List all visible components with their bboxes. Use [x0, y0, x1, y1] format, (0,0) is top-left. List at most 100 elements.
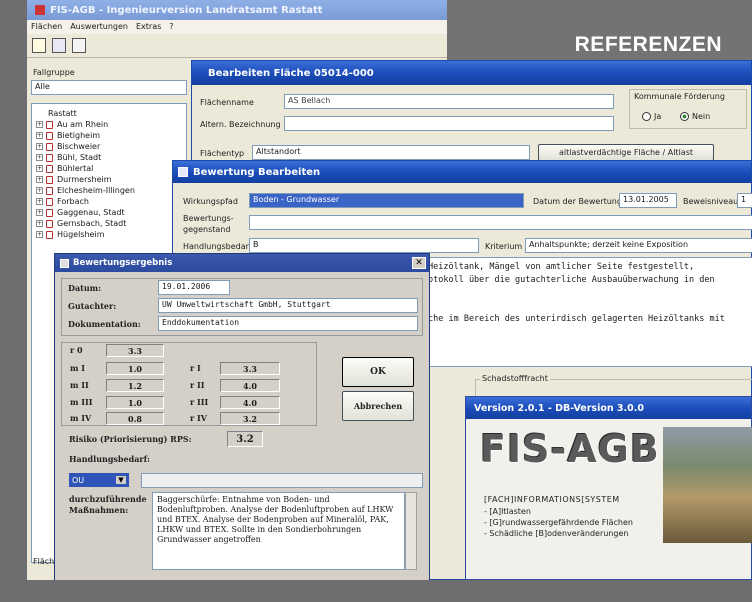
expand-icon[interactable]: +: [36, 231, 43, 238]
tree-item-label: Hügelsheim: [57, 230, 105, 239]
chevron-down-icon[interactable]: ▼: [116, 476, 126, 484]
massnahmen-textarea[interactable]: Baggerschürfe: Entnahme von Boden- und B…: [152, 492, 405, 570]
rIV-label: r IV: [190, 413, 207, 423]
tree-item[interactable]: + Bühlertal: [36, 163, 182, 174]
main-window-title: FIS-AGB - Ingenieurversion Landratsamt R…: [50, 4, 323, 16]
radio-ja[interactable]: Ja: [642, 112, 661, 121]
rII-label: r II: [190, 380, 205, 390]
print-icon[interactable]: [52, 38, 66, 53]
expand-icon[interactable]: +: [36, 176, 43, 183]
fallgruppe-value: Alle: [35, 82, 50, 91]
close-icon[interactable]: ✕: [412, 257, 426, 269]
rI-label: r I: [190, 363, 201, 373]
tree-item[interactable]: + Au am Rhein: [36, 119, 182, 130]
mIV-value: 0.8: [106, 412, 164, 425]
ergebnis-title: Bewertungsergebnis: [73, 258, 173, 268]
tree-item[interactable]: + Forbach: [36, 196, 182, 207]
expand-icon[interactable]: +: [36, 121, 43, 128]
ergebnis-datum-label: Datum:: [68, 283, 102, 293]
beweisniveau-input[interactable]: 1: [737, 193, 752, 208]
new-document-icon[interactable]: [32, 38, 46, 53]
document-icon: [46, 186, 53, 195]
risiko-value: 3.2: [227, 431, 263, 447]
datum-bewertung-input[interactable]: 13.01.2005: [619, 193, 677, 208]
tree-item[interactable]: + Gernsbach, Stadt: [36, 218, 182, 229]
fallgruppe-select[interactable]: Alle: [31, 80, 187, 95]
flaechentyp-label: Flächentyp: [200, 149, 245, 158]
massnahmen-scrollbar[interactable]: [405, 492, 417, 570]
doku-input[interactable]: Enddokumentation: [158, 316, 418, 331]
handlungsbedarf-select[interactable]: B: [249, 238, 479, 253]
splash-window: Version 2.0.1 - DB-Version 3.0.0 FIS-AGB…: [465, 396, 752, 580]
mII-value: 1.2: [106, 379, 164, 392]
tree-item[interactable]: + Elchesheim-Illingen: [36, 185, 182, 196]
tree-item-label: Elchesheim-Illingen: [57, 186, 135, 195]
document-icon: [46, 219, 53, 228]
expand-icon[interactable]: +: [36, 187, 43, 194]
tree-item-label: Durmersheim: [57, 175, 112, 184]
document-icon: [46, 131, 53, 140]
tree-item[interactable]: + Bühl, Stadt: [36, 152, 182, 163]
ok-button[interactable]: OK: [342, 357, 414, 387]
ergebnis-datum-input[interactable]: 19.01.2006: [158, 280, 230, 295]
text-line-2: otokoll über die gutachterliche Ausbauüb…: [428, 275, 715, 285]
menu-auswertungen[interactable]: Auswertungen: [70, 22, 128, 32]
handlungsbedarf-label: Handlungsbedarf: [183, 242, 252, 251]
expand-icon[interactable]: +: [36, 165, 43, 172]
wirkungspfad-select[interactable]: Boden - Grundwasser: [249, 193, 524, 208]
handlungsbedarf2-detail[interactable]: [141, 473, 423, 488]
document-icon: [46, 230, 53, 239]
tree-item-label: Gernsbach, Stadt: [57, 219, 127, 228]
mII-label: m II: [70, 380, 89, 390]
handlungsbedarf2-select[interactable]: OU ▼: [69, 473, 129, 487]
list-icon[interactable]: [72, 38, 86, 53]
expand-icon[interactable]: +: [36, 220, 43, 227]
menu-help[interactable]: ?: [169, 22, 173, 32]
bearbeiten-title: Bearbeiten Fläche 05014-000: [208, 67, 374, 79]
tree-item-label: Bietigheim: [57, 131, 101, 140]
tree-root[interactable]: Rastatt: [36, 108, 182, 119]
kriterium-select[interactable]: Anhaltspunkte; derzeit keine Exposition: [525, 238, 752, 253]
wirkungspfad-label: Wirkungspfad: [183, 197, 238, 206]
expand-icon[interactable]: +: [36, 198, 43, 205]
app-icon: [35, 5, 45, 15]
document-icon: [46, 120, 53, 129]
flaechentyp-select[interactable]: Altstandort: [252, 145, 530, 160]
expand-icon[interactable]: +: [36, 154, 43, 161]
gutachter-label: Gutachter:: [68, 301, 117, 311]
altern-input[interactable]: [284, 116, 614, 131]
tree-item[interactable]: + Gaggenau, Stadt: [36, 207, 182, 218]
expand-icon[interactable]: +: [36, 143, 43, 150]
splash-item-3: - Schädliche [B]odenveränderungen: [484, 529, 629, 538]
main-window-titlebar: FIS-AGB - Ingenieurversion Landratsamt R…: [27, 0, 447, 20]
gutachter-input[interactable]: UW Umweltwirtschaft GmbH, Stuttgart: [158, 298, 418, 313]
expand-icon[interactable]: +: [36, 132, 43, 139]
abbrechen-button[interactable]: Abbrechen: [342, 391, 414, 421]
tree-item[interactable]: + Bischweier: [36, 141, 182, 152]
massnahmen-text: Baggerschürfe: Entnahme von Boden- und B…: [157, 495, 394, 544]
altlast-button[interactable]: altlastverdächtige Fläche / Altlast: [538, 144, 714, 161]
rI-value: 3.3: [220, 362, 280, 375]
radio-nein[interactable]: Nein: [680, 112, 710, 121]
flaechenname-input[interactable]: AS Bellach: [284, 94, 614, 109]
schadstoff-label: Schadstofffracht: [480, 374, 550, 383]
tree-item[interactable]: + Hügelsheim: [36, 229, 182, 240]
splash-title: Version 2.0.1 - DB-Version 3.0.0: [474, 402, 644, 414]
menu-flaechen[interactable]: Flächen: [31, 22, 62, 32]
handlungsbedarf2-label: Handlungsbedarf:: [69, 454, 150, 464]
tree-item[interactable]: + Durmersheim: [36, 174, 182, 185]
foerderung-group: Kommunale Förderung Ja Nein: [629, 89, 747, 129]
datum-bewertung-label: Datum der Bewertung: [533, 197, 622, 206]
tree-item-label: Gaggenau, Stadt: [57, 208, 125, 217]
gegenstand-input[interactable]: [249, 215, 752, 230]
altern-label: Altern. Bezeichnung: [200, 120, 281, 129]
document-icon: [46, 142, 53, 151]
r0-label: r 0: [70, 345, 83, 355]
tree-item-label: Forbach: [57, 197, 89, 206]
bewertung-textarea[interactable]: Heizöltank, Mängel von amtlicher Seite f…: [423, 257, 752, 367]
menu-extras[interactable]: Extras: [136, 22, 161, 32]
tree-item[interactable]: + Bietigheim: [36, 130, 182, 141]
splash-titlebar: Version 2.0.1 - DB-Version 3.0.0: [466, 397, 751, 419]
text-line-1: Heizöltank, Mängel von amtlicher Seite f…: [428, 262, 695, 272]
expand-icon[interactable]: +: [36, 209, 43, 216]
